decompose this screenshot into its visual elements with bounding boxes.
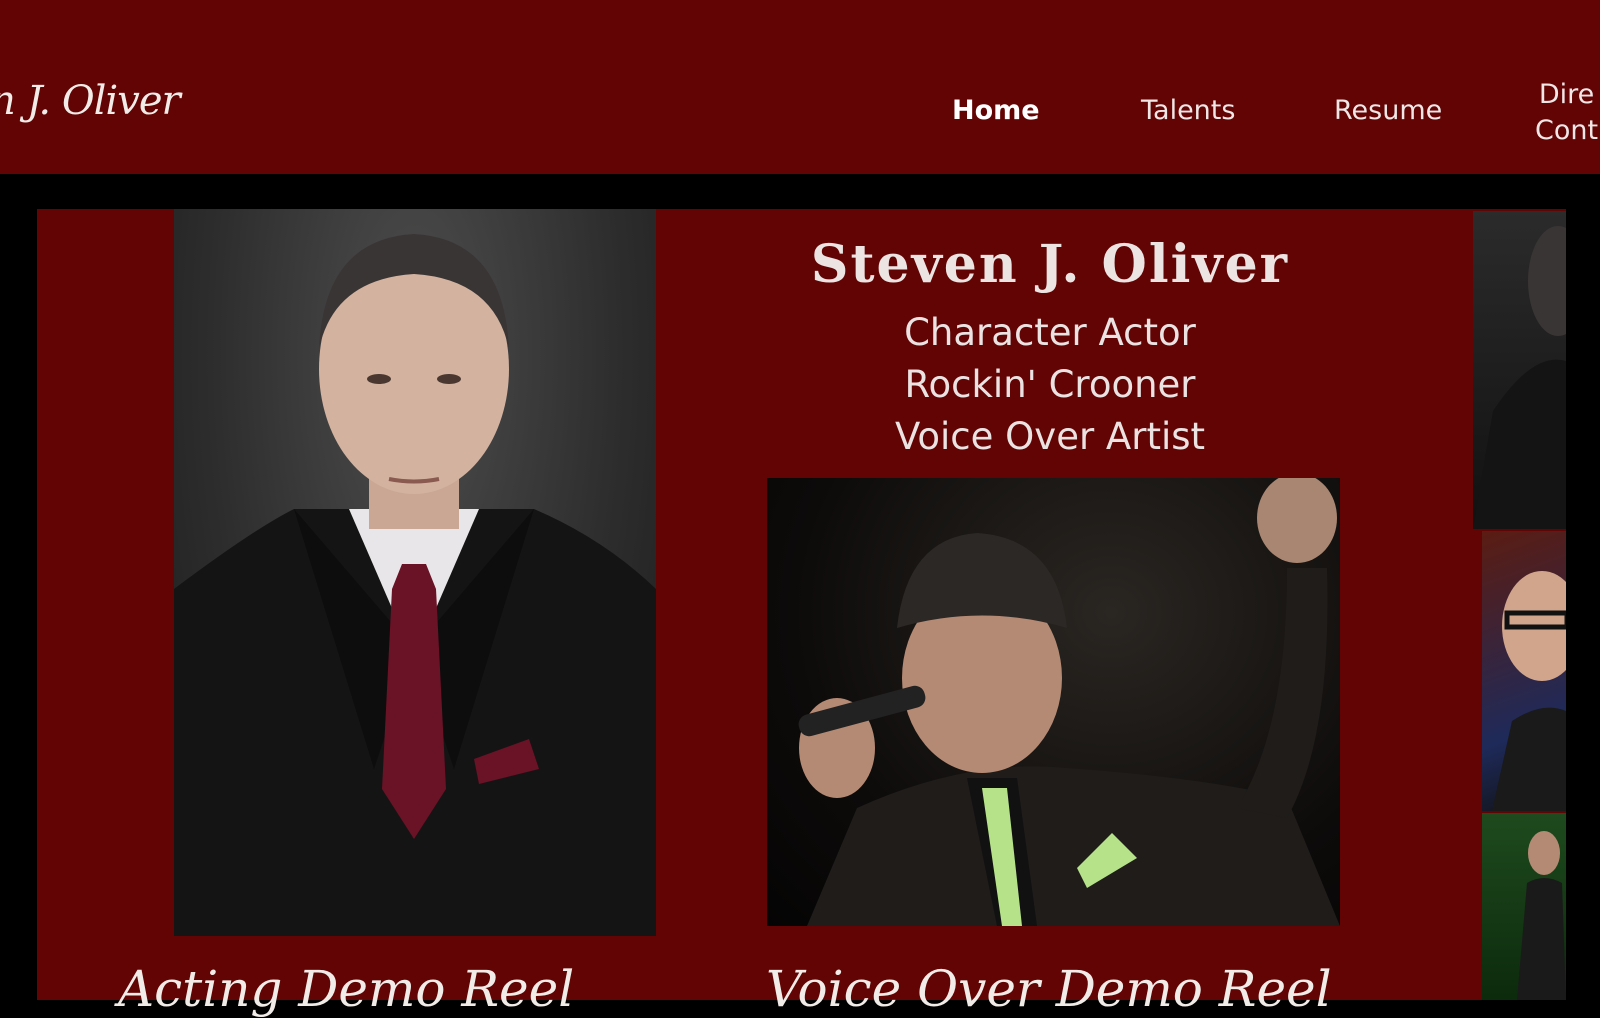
thumbnail-illustration [1492,571,1566,811]
thumbnail-photo[interactable] [1473,211,1566,529]
tagline-character-actor: Character Actor [904,311,1196,354]
nav-talents[interactable]: Talents [1141,95,1235,126]
acting-demo-reel-link[interactable]: Acting Demo Reel [118,960,574,1018]
performer-name: Steven J. Oliver [810,234,1290,295]
site-logo[interactable]: n J. Oliver [0,78,181,124]
tagline-rockin-crooner: Rockin' Crooner [904,363,1196,406]
site-header: n J. Oliver Home Talents Resume Dire Con… [0,0,1600,174]
thumbnail-photo[interactable] [1482,813,1566,1000]
left-margin [0,174,37,1000]
nav-direct-contact-line1: Dire [1538,79,1595,110]
right-margin [1566,174,1600,1000]
thumbnail-photo[interactable] [1482,531,1566,811]
singing-photo [767,478,1340,926]
headshot-illustration [174,234,656,936]
thumbnail-illustration [1473,226,1566,529]
nav-resume[interactable]: Resume [1334,95,1442,126]
thumbnail-illustration [1517,831,1566,1000]
tagline-voice-over-artist: Voice Over Artist [894,415,1206,458]
nav-home[interactable]: Home [952,95,1040,126]
headshot-photo [174,209,656,936]
nav-direct-contact-line2: Cont [1535,115,1599,146]
nav-direct-contact[interactable]: Dire Cont [1535,77,1598,149]
voice-over-demo-reel-link[interactable]: Voice Over Demo Reel [766,960,1332,1018]
singing-illustration [798,478,1340,926]
